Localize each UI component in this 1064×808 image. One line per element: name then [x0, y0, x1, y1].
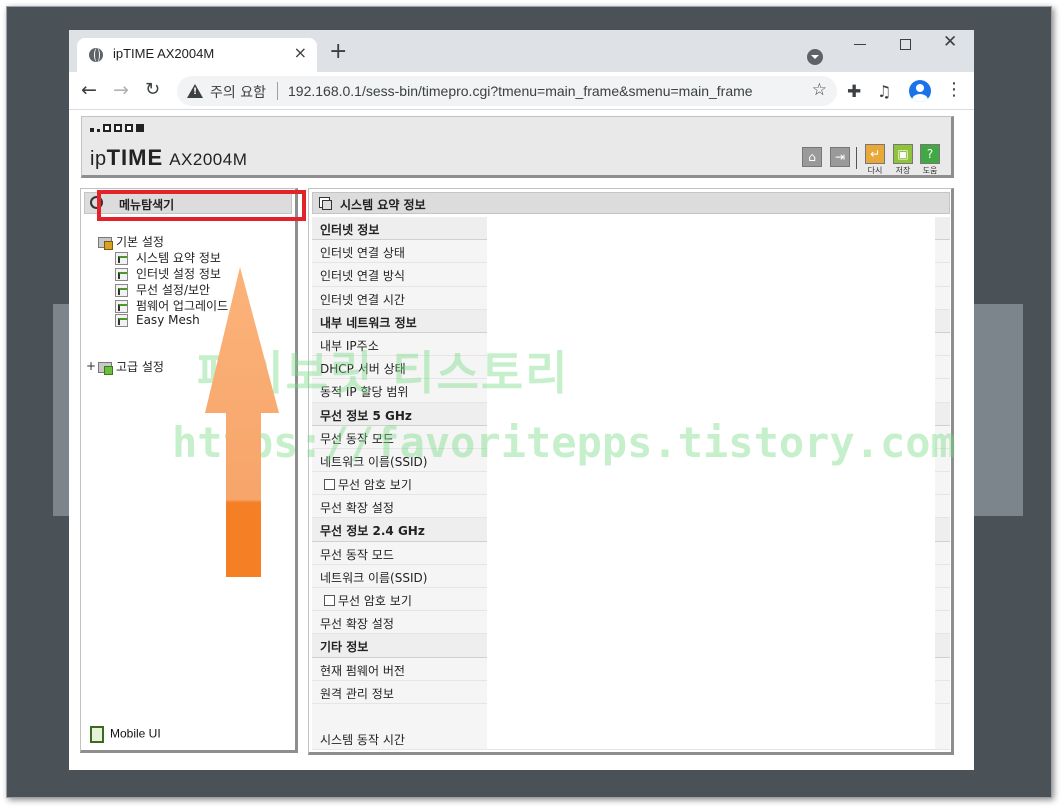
help-label[interactable]: 도움 [918, 165, 942, 176]
menu-item-label: Easy Mesh [136, 313, 200, 327]
checkbox-icon[interactable] [324, 595, 335, 606]
system-summary-panel: 시스템 요약 정보 인터넷 정보인터넷 연결 상태인터넷 연결 방식인터넷 연결… [308, 188, 954, 755]
menu-item-system-summary[interactable]: 시스템 요약 정보 [115, 249, 221, 266]
section-label: 인터넷 정보 [320, 223, 380, 237]
menu-item-easy-mesh[interactable]: Easy Mesh [115, 313, 200, 327]
arrow-up-icon [205, 267, 279, 577]
show-password-checkbox[interactable]: 무선 암호 보기 [320, 476, 412, 493]
address-separator [277, 82, 278, 100]
back-icon[interactable]: ← [81, 80, 97, 100]
menu-item-label: 시스템 요약 정보 [136, 251, 221, 265]
minimize-icon[interactable] [854, 44, 866, 45]
new-tab-button[interactable]: + [329, 41, 347, 63]
url-text[interactable]: 192.168.0.1/sess-bin/timepro.cgi?tmenu=m… [288, 83, 753, 99]
bookmark-star-icon[interactable]: ☆ [812, 80, 827, 100]
tab-title: ipTIME AX2004M [113, 46, 215, 61]
advanced-group-label: 고급 설정 [116, 360, 164, 374]
firmware-page-icon [115, 300, 128, 313]
save-label[interactable]: 저장 [891, 165, 915, 176]
checkbox-label: 무선 암호 보기 [338, 478, 412, 493]
warning-icon[interactable] [187, 84, 203, 98]
address-toolbar: ← → ↻ 주의 요함 192.168.0.1/sess-bin/timepro… [69, 72, 974, 110]
basic-group-label: 기본 설정 [116, 235, 164, 249]
row-label: 무선 동작 모드 [320, 547, 394, 562]
window-close-icon[interactable]: ✕ [943, 32, 957, 52]
value-column [487, 214, 935, 749]
profile-avatar[interactable] [909, 80, 931, 102]
row-label: 현재 펌웨어 버전 [320, 663, 405, 678]
save-icon[interactable]: ▣ [893, 144, 913, 164]
globe-page-icon [115, 268, 128, 281]
folder-icon [98, 362, 113, 375]
security-label[interactable]: 주의 요함 [210, 82, 266, 102]
refresh-label[interactable]: 다시 [863, 165, 887, 176]
address-bar[interactable]: 주의 요함 192.168.0.1/sess-bin/timepro.cgi?t… [177, 76, 837, 106]
row-label: 인터넷 연결 방식 [320, 269, 405, 284]
section-label: 기타 정보 [320, 640, 369, 655]
brand-time: TIME [106, 145, 164, 170]
maximize-icon[interactable] [900, 39, 911, 50]
reload-icon[interactable]: ↻ [145, 80, 160, 100]
tree-group-advanced[interactable]: 고급 설정 [98, 358, 164, 375]
extensions-icon[interactable]: ✚ [847, 82, 861, 102]
section-label: 무선 정보 2.4 GHz [320, 524, 425, 539]
browser-tab[interactable]: ipTIME AX2004M × [77, 38, 317, 72]
home-icon[interactable]: ⌂ [802, 147, 822, 167]
summary-title: 시스템 요약 정보 [340, 198, 426, 212]
mobile-ui-label: Mobile UI [110, 726, 161, 741]
highlight-box [97, 190, 306, 221]
media-control-icon[interactable]: ♫ [877, 82, 891, 101]
row-label: 원격 관리 정보 [320, 686, 394, 701]
tab-strip: ipTIME AX2004M × + ✕ [69, 30, 974, 72]
refresh-icon[interactable]: ↵ [865, 144, 885, 164]
router-model: AX2004M [169, 150, 248, 169]
mobile-icon [90, 726, 104, 743]
brand-prefix: ip [90, 148, 107, 170]
row-label: 인터넷 연결 시간 [320, 292, 405, 307]
router-header: ipTIME AX2004M ⌂ ⇥ ↵ ▣ ? 다시 저장 도움 [81, 116, 954, 178]
folder-icon [98, 237, 113, 250]
header-divider [856, 147, 857, 169]
logout-icon[interactable]: ⇥ [830, 147, 850, 167]
window-icon [319, 197, 332, 210]
watermark-url: https://favoritepps.tistory.com [172, 418, 956, 467]
checkbox-icon[interactable] [324, 479, 335, 491]
row-label: 무선 확장 설정 [320, 617, 394, 632]
expand-icon[interactable]: + [86, 359, 96, 373]
row-label: 무선 확장 설정 [320, 501, 394, 516]
tab-search-icon[interactable] [807, 49, 823, 65]
browser-menu-icon[interactable]: ⋮ [945, 80, 963, 100]
router-logo: ipTIME AX2004M [90, 145, 247, 171]
wifi-page-icon [115, 284, 128, 297]
row-label: 네트워크 이름(SSID) [320, 570, 428, 585]
forward-icon[interactable]: → [113, 80, 129, 100]
row-label: 인터넷 연결 상태 [320, 246, 405, 261]
logo-dots-icon [90, 124, 144, 132]
show-password-checkbox[interactable]: 무선 암호 보기 [320, 592, 412, 609]
section-label: 내부 네트워크 정보 [320, 315, 417, 330]
tab-close-icon[interactable]: × [294, 45, 307, 61]
tree-group-basic[interactable]: 기본 설정 [98, 233, 164, 250]
mobile-ui-link[interactable]: Mobile UI [90, 726, 161, 743]
globe-icon [89, 48, 103, 62]
row-label: 시스템 동작 시간 [320, 732, 405, 747]
mesh-page-icon [115, 314, 128, 327]
help-icon[interactable]: ? [920, 144, 940, 164]
summary-header: 시스템 요약 정보 [312, 192, 950, 214]
chart-page-icon [115, 252, 128, 265]
checkbox-label: 무선 암호 보기 [338, 594, 412, 608]
